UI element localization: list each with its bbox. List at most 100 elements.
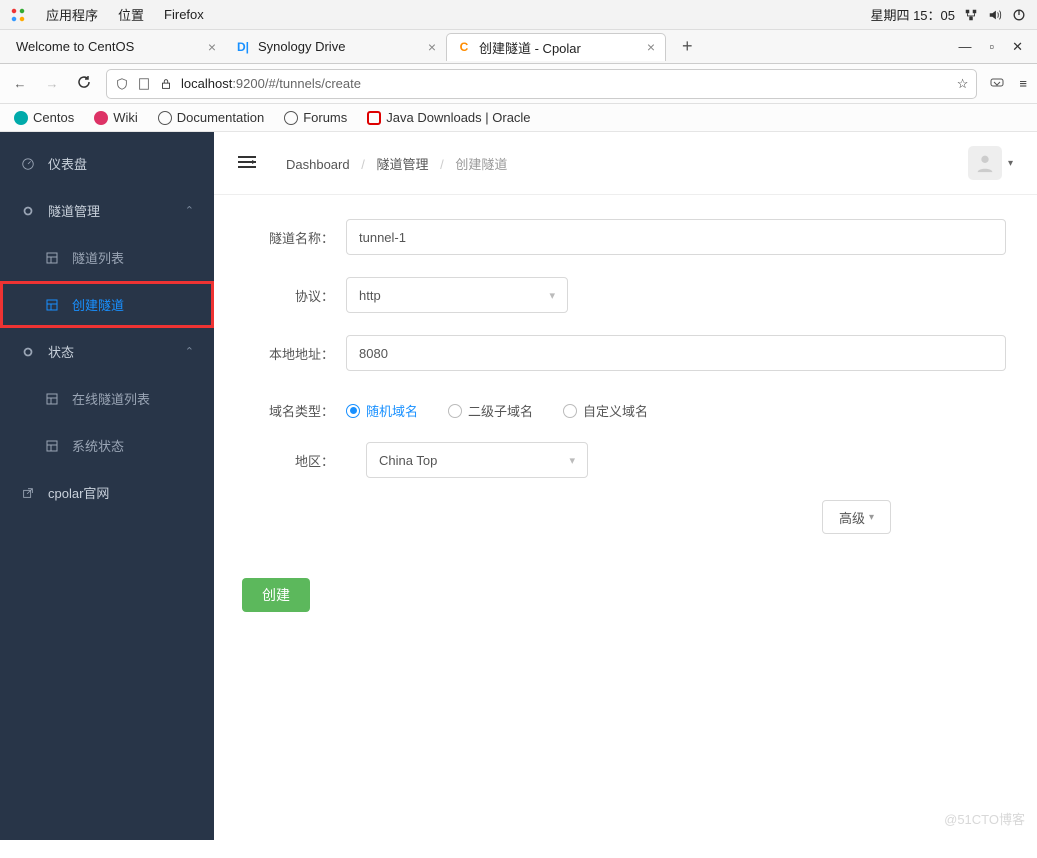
- volume-icon[interactable]: [987, 7, 1003, 23]
- sidebar-item-label: 仪表盘: [48, 154, 87, 173]
- label-protocol: 协议：: [242, 286, 346, 305]
- sidebar-item-official-site[interactable]: cpolar官网: [0, 469, 214, 516]
- advanced-button[interactable]: 高级 ▾: [822, 500, 891, 534]
- window-close-icon[interactable]: ✕: [1012, 39, 1023, 55]
- power-icon[interactable]: [1011, 7, 1027, 23]
- new-tab-button[interactable]: +: [672, 36, 703, 57]
- label-domain-type: 域名类型：: [242, 401, 346, 420]
- desktop-menu-apps[interactable]: 应用程序: [46, 5, 98, 24]
- status-icon: [20, 344, 36, 360]
- tab-favicon: C: [457, 40, 471, 54]
- bookmark-java[interactable]: Java Downloads | Oracle: [367, 110, 530, 125]
- external-link-icon: [20, 485, 36, 501]
- page-icon: [137, 77, 151, 91]
- sidebar-item-online-list[interactable]: 在线隧道列表: [0, 375, 214, 422]
- bookmark-documentation[interactable]: Documentation: [158, 110, 264, 125]
- desktop-clock: 星期四 15：05: [870, 5, 955, 24]
- select-value: http: [359, 288, 381, 303]
- tab-centos[interactable]: Welcome to CentOS ×: [6, 33, 226, 61]
- app-menu-icon[interactable]: ≡: [1019, 76, 1027, 91]
- close-icon[interactable]: ×: [208, 39, 216, 55]
- sidebar: 仪表盘 隧道管理 ⌃ 隧道列表 创建隧道 状态 ⌃ 在线隧道列表 系统状态: [0, 132, 214, 840]
- close-icon[interactable]: ×: [647, 39, 655, 55]
- globe-icon: [284, 111, 298, 125]
- input-local-addr[interactable]: [346, 335, 1006, 371]
- back-button[interactable]: ←: [10, 76, 30, 91]
- label-tunnel-name: 隧道名称：: [242, 228, 346, 247]
- tab-synology[interactable]: D| Synology Drive ×: [226, 33, 446, 61]
- bookmark-icon: [367, 111, 381, 125]
- list-icon: [44, 391, 60, 407]
- content-area: Dashboard / 隧道管理 / 创建隧道 ▾ 隧道名称： 协议： http…: [214, 132, 1037, 840]
- sidebar-item-label: 创建隧道: [72, 295, 124, 314]
- sidebar-item-label: 状态: [48, 342, 74, 361]
- crumb-dashboard[interactable]: Dashboard: [286, 157, 350, 172]
- list-icon: [44, 297, 60, 313]
- bookmark-icon: [94, 111, 108, 125]
- chevron-down-icon: ▾: [549, 289, 555, 302]
- list-icon: [44, 250, 60, 266]
- crumb-current: 创建隧道: [455, 157, 507, 172]
- address-bar[interactable]: localhost:9200/#/tunnels/create ☆: [106, 69, 977, 99]
- tab-label: Welcome to CentOS: [16, 39, 134, 54]
- close-icon[interactable]: ×: [428, 39, 436, 55]
- tab-cpolar[interactable]: C 创建隧道 - Cpolar ×: [446, 33, 666, 61]
- select-value: China Top: [379, 453, 437, 468]
- browser-tabstrip: Welcome to CentOS × D| Synology Drive × …: [0, 30, 1037, 64]
- bookmarks-bar: Centos Wiki Documentation Forums Java Do…: [0, 104, 1037, 132]
- breadcrumb: Dashboard / 隧道管理 / 创建隧道: [286, 154, 507, 173]
- bookmark-star-icon[interactable]: ☆: [957, 76, 969, 92]
- cpolar-app: 仪表盘 隧道管理 ⌃ 隧道列表 创建隧道 状态 ⌃ 在线隧道列表 系统状态: [0, 132, 1037, 840]
- sidebar-item-tunnel-mgmt[interactable]: 隧道管理 ⌃: [0, 187, 214, 234]
- crumb-tunnel-mgmt[interactable]: 隧道管理: [376, 157, 428, 172]
- desktop-menu-firefox[interactable]: Firefox: [164, 7, 204, 22]
- desktop-menu-places[interactable]: 位置: [118, 5, 144, 24]
- bookmark-wiki[interactable]: Wiki: [94, 110, 138, 125]
- window-maximize-icon[interactable]: ▫: [989, 39, 994, 55]
- sidebar-item-label: 隧道列表: [72, 248, 124, 267]
- window-minimize-icon[interactable]: —: [958, 39, 971, 55]
- sidebar-item-status[interactable]: 状态 ⌃: [0, 328, 214, 375]
- globe-icon: [158, 111, 172, 125]
- bookmark-centos[interactable]: Centos: [14, 110, 74, 125]
- tunnel-icon: [20, 203, 36, 219]
- list-icon: [44, 438, 60, 454]
- tab-favicon: D|: [236, 40, 250, 54]
- reload-button[interactable]: [74, 74, 94, 93]
- toggle-sidebar-icon[interactable]: [238, 153, 256, 174]
- bookmark-forums[interactable]: Forums: [284, 110, 347, 125]
- sidebar-item-tunnel-list[interactable]: 隧道列表: [0, 234, 214, 281]
- shield-icon: [115, 77, 129, 91]
- lock-icon: [159, 77, 173, 91]
- avatar[interactable]: [968, 146, 1002, 180]
- sidebar-item-create-tunnel[interactable]: 创建隧道: [0, 281, 214, 328]
- sidebar-item-dashboard[interactable]: 仪表盘: [0, 140, 214, 187]
- create-button[interactable]: 创建: [242, 578, 310, 612]
- sidebar-item-label: 隧道管理: [48, 201, 100, 220]
- label-local-addr: 本地地址：: [242, 344, 346, 363]
- radio-random-domain[interactable]: 随机域名: [346, 401, 418, 420]
- select-protocol[interactable]: http ▾: [346, 277, 568, 313]
- sidebar-item-system-status[interactable]: 系统状态: [0, 422, 214, 469]
- forward-button[interactable]: →: [42, 76, 62, 91]
- sidebar-item-label: 系统状态: [72, 436, 124, 455]
- chevron-down-icon[interactable]: ▾: [1008, 158, 1013, 169]
- browser-toolbar: ← → localhost:9200/#/tunnels/create ☆ ≡: [0, 64, 1037, 104]
- chevron-down-icon: ▾: [869, 512, 874, 523]
- select-region[interactable]: China Top ▾: [366, 442, 588, 478]
- pocket-icon[interactable]: [989, 76, 1005, 92]
- bookmark-icon: [14, 111, 28, 125]
- apps-icon: [10, 7, 26, 23]
- tab-label: 创建隧道 - Cpolar: [479, 38, 581, 57]
- network-icon[interactable]: [963, 7, 979, 23]
- content-header: Dashboard / 隧道管理 / 创建隧道 ▾: [214, 132, 1037, 195]
- radio-subdomain[interactable]: 二级子域名: [448, 401, 533, 420]
- chevron-up-icon: ⌃: [185, 345, 194, 358]
- create-tunnel-form: 隧道名称： 协议： http ▾ 本地地址： 域名类型： 随机域名 二级子域名: [214, 195, 1037, 636]
- sidebar-item-label: 在线隧道列表: [72, 389, 150, 408]
- watermark: @51CTO博客: [944, 809, 1025, 828]
- input-tunnel-name[interactable]: [346, 219, 1006, 255]
- label-region: 地区：: [242, 451, 346, 470]
- dashboard-icon: [20, 156, 36, 172]
- radio-custom-domain[interactable]: 自定义域名: [563, 401, 648, 420]
